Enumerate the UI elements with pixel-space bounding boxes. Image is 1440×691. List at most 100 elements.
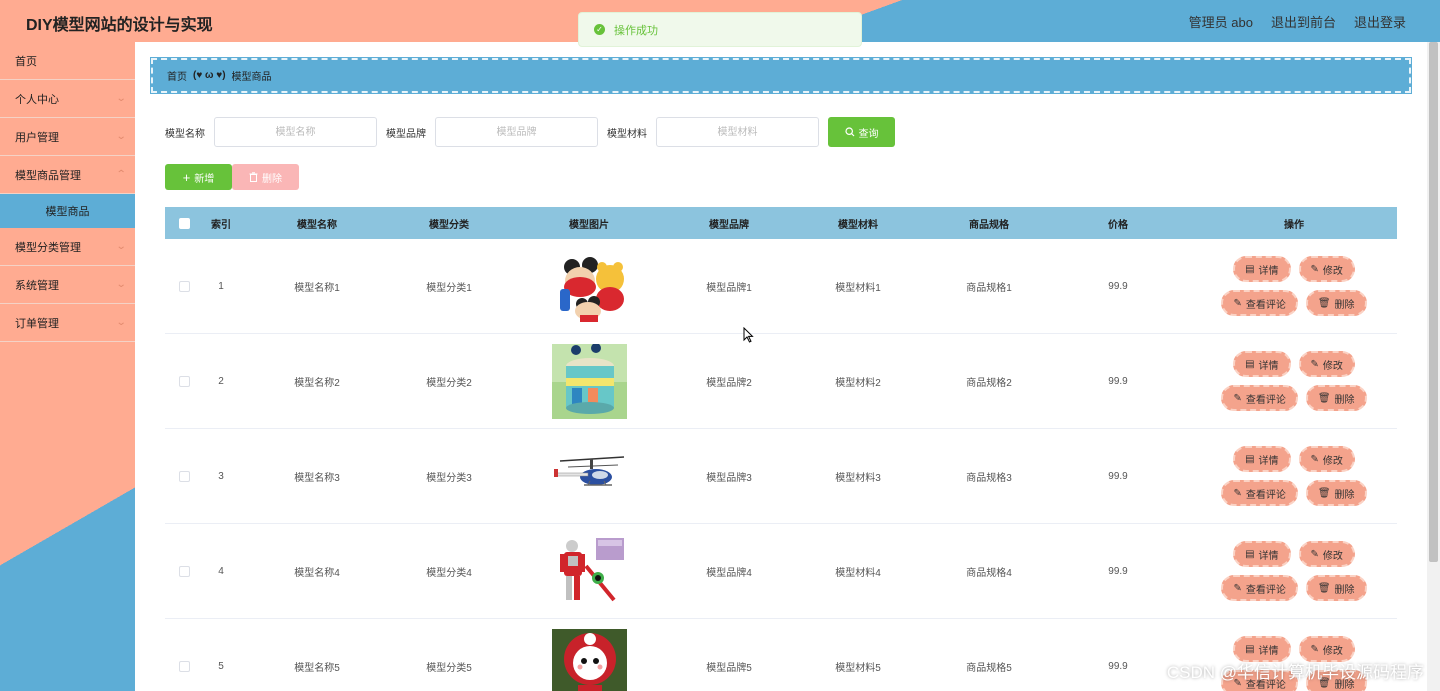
detail-button[interactable]: ▤ 详情 [1233, 541, 1291, 567]
column-header: 操作 [1284, 219, 1304, 231]
cell-index: 2 [218, 375, 224, 387]
sidebar-item-order-management[interactable]: 订单管理 ⌄ [0, 304, 135, 342]
cell-category: 模型分类4 [426, 567, 472, 579]
row-checkbox[interactable] [178, 660, 190, 672]
select-all-checkbox[interactable] [178, 217, 190, 229]
delete-row-button[interactable]: 🗑 删除 [1305, 385, 1367, 411]
trash-icon [249, 172, 258, 182]
sidebar-item-personal-center[interactable]: 个人中心 ⌄ [0, 80, 135, 118]
edit-button[interactable]: ✎ 修改 [1298, 256, 1355, 282]
success-toast: ✓ 操作成功 [578, 12, 862, 47]
table-header: 索引 模型名称 模型分类 模型图片 模型品牌 模型材料 商品规格 价格 操作 [165, 207, 1397, 239]
cell-brand: 模型品牌5 [706, 662, 752, 674]
view-comments-button[interactable]: ✎ 查看评论 [1221, 385, 1298, 411]
trash-icon: 🗑 [1317, 392, 1331, 404]
row-checkbox[interactable] [178, 470, 190, 482]
cell-brand: 模型品牌4 [706, 567, 752, 579]
cell-image [503, 438, 675, 514]
cell-actions: ▤ 详情 ✎ 修改 ✎ 查看评论 🗑 删除 [1191, 541, 1397, 601]
view-comments-button[interactable]: ✎ 查看评论 [1221, 575, 1298, 601]
delete-row-button[interactable]: 🗑 删除 [1305, 480, 1367, 506]
row-checkbox[interactable] [178, 280, 190, 292]
sidebar-item-label: 模型商品管理 [15, 169, 81, 182]
add-button-label: 新增 [194, 173, 215, 185]
to-front-link[interactable]: 退出到前台 [1271, 12, 1336, 31]
batch-delete-button[interactable]: 删除 [232, 164, 299, 190]
scrollbar-thumb[interactable] [1429, 42, 1438, 562]
vertical-scrollbar[interactable] [1427, 42, 1440, 691]
current-user-label: 管理员 abo [1188, 15, 1253, 30]
cell-price: 99.9 [1108, 470, 1128, 482]
view-comments-button[interactable]: ✎ 查看评论 [1221, 290, 1298, 316]
rc-helicopter-image[interactable] [551, 438, 627, 514]
column-header: 模型名称 [297, 219, 337, 231]
detail-label: 详情 [1258, 455, 1279, 467]
chevron-down-icon: ⌄ [115, 317, 127, 328]
cell-category: 模型分类3 [426, 472, 472, 484]
delete-label: 删除 [1334, 489, 1355, 501]
view-comments-button[interactable]: ✎ 查看评论 [1221, 480, 1298, 506]
detail-button[interactable]: ▤ 详情 [1233, 256, 1291, 282]
breadcrumb-current: 模型商品 [231, 72, 272, 83]
name-search-label: 模型名称 [165, 128, 205, 140]
pencil-icon: ✎ [1310, 358, 1319, 370]
cell-category: 模型分类5 [426, 662, 472, 674]
sidebar-item-system-management[interactable]: 系统管理 ⌄ [0, 266, 135, 304]
breadcrumb: 首页 (♥ ω ♥) 模型商品 [150, 57, 1412, 94]
cell-category: 模型分类1 [426, 282, 472, 294]
document-icon: ▤ [1245, 643, 1255, 655]
red-hood-doll-image[interactable] [551, 628, 627, 691]
delete-label: 删除 [1334, 394, 1355, 406]
cell-name: 模型名称4 [294, 567, 340, 579]
green-jar-toy-image[interactable] [551, 343, 627, 419]
cell-material: 模型材料3 [835, 472, 881, 484]
column-header: 模型分类 [429, 219, 469, 231]
comments-label: 查看评论 [1245, 394, 1286, 406]
logout-link[interactable]: 退出登录 [1354, 12, 1406, 31]
sidebar-item-label: 订单管理 [15, 317, 59, 330]
sidebar: 首页 个人中心 ⌄ 用户管理 ⌄ 模型商品管理 ⌃ 模型商品 模型分类管理 ⌄ 系统管理… [0, 42, 135, 691]
edit-button[interactable]: ✎ 修改 [1298, 351, 1355, 377]
detail-button[interactable]: ▤ 详情 [1233, 446, 1291, 472]
cell-spec: 商品规格5 [966, 662, 1012, 674]
cell-brand: 模型品牌1 [706, 282, 752, 294]
cell-material: 模型材料5 [835, 662, 881, 674]
sidebar-item-label: 系统管理 [15, 279, 59, 292]
query-button[interactable]: 查询 [828, 117, 895, 147]
brand-search-input[interactable] [435, 117, 598, 147]
name-search-input[interactable] [214, 117, 377, 147]
sidebar-item-category-management[interactable]: 模型分类管理 ⌄ [0, 228, 135, 266]
edit-label: 修改 [1322, 455, 1343, 467]
mickey-backpack-image[interactable] [551, 248, 627, 324]
delete-row-button[interactable]: 🗑 删除 [1305, 290, 1367, 316]
material-search-input[interactable] [656, 117, 819, 147]
column-header: 商品规格 [969, 219, 1009, 231]
delete-row-button[interactable]: 🗑 删除 [1305, 575, 1367, 601]
sidebar-item-user-management[interactable]: 用户管理 ⌄ [0, 118, 135, 156]
cell-brand: 模型品牌3 [706, 472, 752, 484]
detail-button[interactable]: ▤ 详情 [1233, 351, 1291, 377]
ultraman-figure-image[interactable] [551, 533, 627, 609]
chevron-up-icon: ⌃ [115, 169, 127, 180]
comments-label: 查看评论 [1245, 489, 1286, 501]
row-checkbox[interactable] [178, 375, 190, 387]
cell-spec: 商品规格4 [966, 567, 1012, 579]
row-checkbox[interactable] [178, 565, 190, 577]
detail-label: 详情 [1258, 550, 1279, 562]
edit-button[interactable]: ✎ 修改 [1298, 541, 1355, 567]
sidebar-item-product-management[interactable]: 模型商品管理 ⌃ [0, 156, 135, 194]
column-header: 索引 [211, 219, 231, 231]
breadcrumb-home[interactable]: 首页 [167, 68, 187, 83]
cell-material: 模型材料2 [835, 377, 881, 389]
add-button[interactable]: + 新增 [165, 164, 232, 190]
chevron-down-icon: ⌄ [115, 279, 127, 290]
cell-image [503, 628, 675, 691]
sidebar-item-home[interactable]: 首页 [0, 42, 135, 80]
cell-index: 5 [218, 660, 224, 672]
delete-label: 删除 [1334, 584, 1355, 596]
sidebar-subitem-products[interactable]: 模型商品 [0, 194, 135, 228]
chevron-down-icon: ⌄ [115, 93, 127, 104]
cell-image [503, 248, 675, 324]
sidebar-item-label: 用户管理 [15, 131, 59, 144]
edit-button[interactable]: ✎ 修改 [1298, 446, 1355, 472]
